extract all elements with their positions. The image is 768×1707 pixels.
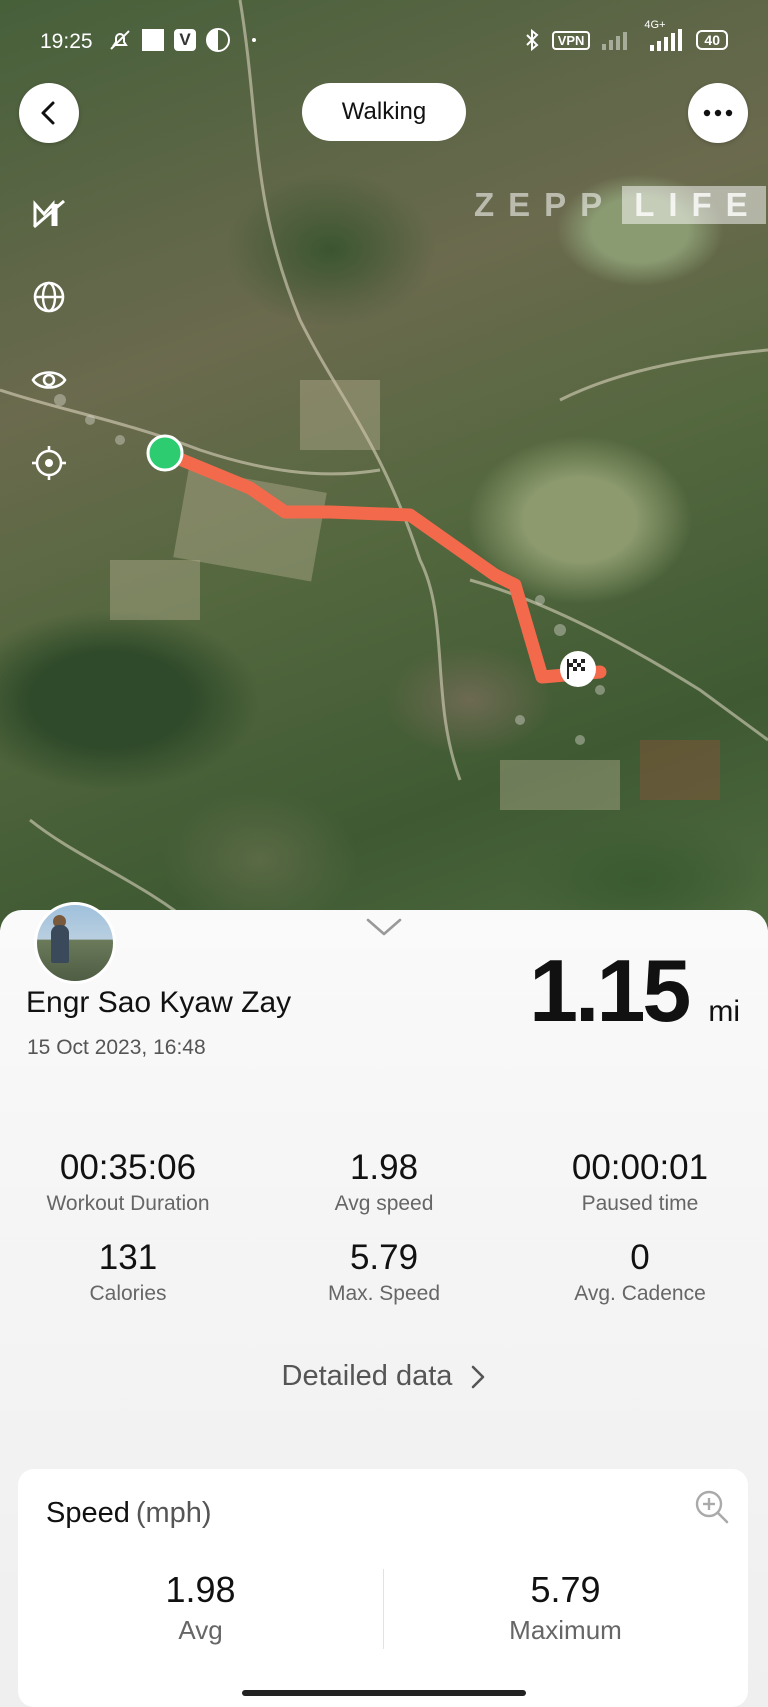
detailed-data-link[interactable]: Detailed data (0, 1360, 768, 1393)
dot-icon (252, 38, 256, 42)
stat-paused-time: 00:00:01 Paused time (512, 1148, 768, 1216)
stat-max-speed: 5.79 Max. Speed (256, 1238, 512, 1306)
signal-weak-icon (602, 32, 628, 50)
stat-label: Avg speed (334, 1192, 434, 1215)
stats-grid: 00:35:06 Workout Duration 1.98 Avg speed… (0, 1148, 768, 1306)
speed-max-label: Maximum (509, 1615, 622, 1645)
speed-avg-label: Avg (178, 1615, 223, 1645)
route-map[interactable]: 19:25 V VPN 4G+ 40 Walking ZEPP LIFE (0, 0, 768, 930)
distance-value: 1.15 (529, 941, 691, 1040)
map-layer-icon (33, 199, 65, 229)
v-app-icon: V (174, 29, 196, 51)
stat-avg-speed: 1.98 Avg speed (256, 1148, 512, 1216)
app-square-icon (142, 29, 164, 51)
battery-indicator: 40 (696, 30, 728, 50)
stat-label: Workout Duration (46, 1192, 210, 1215)
speed-avg-value: 1.98 (165, 1569, 236, 1610)
map-style-button[interactable] (28, 196, 70, 232)
locate-button[interactable] (28, 445, 70, 481)
stat-value: 0 (630, 1238, 650, 1277)
stat-value: 00:35:06 (59, 1148, 197, 1187)
stat-avg-cadence: 0 Avg. Cadence (512, 1238, 768, 1306)
half-circle-icon (206, 28, 230, 52)
chevron-right-icon (472, 1366, 485, 1389)
start-marker (146, 434, 184, 472)
activity-type-pill[interactable]: Walking (302, 83, 466, 141)
speed-card-title: Speed (mph) (46, 1497, 212, 1529)
more-button[interactable] (688, 83, 748, 143)
more-dots-icon (703, 109, 733, 117)
crosshair-icon (32, 446, 66, 480)
signal-strong-icon (650, 29, 683, 51)
bluetooth-icon (525, 28, 539, 52)
stat-calories: 131 Calories (0, 1238, 256, 1306)
satellite-toggle-button[interactable] (28, 279, 70, 315)
map-tools (28, 196, 70, 481)
zoom-in-icon (695, 1490, 729, 1524)
collapse-sheet-button[interactable] (366, 916, 402, 943)
speed-card: Speed (mph) 1.98 Avg 5.79 Maximum (18, 1469, 748, 1707)
speed-avg: 1.98 Avg (18, 1569, 383, 1646)
stat-value: 1.98 (349, 1148, 419, 1187)
finish-flag-icon (560, 651, 596, 687)
stat-label: Max. Speed (327, 1282, 441, 1305)
home-indicator[interactable] (242, 1690, 526, 1696)
avatar[interactable] (34, 902, 116, 984)
workout-summary-sheet: Engr Sao Kyaw Zay 15 Oct 2023, 16:48 1.1… (0, 902, 768, 1707)
stat-value: 5.79 (349, 1238, 419, 1277)
speed-max: 5.79 Maximum (383, 1569, 748, 1646)
status-bar: 19:25 V VPN 4G+ 40 (0, 0, 768, 86)
distance-unit: mi (708, 995, 740, 1028)
stat-label: Avg. Cadence (574, 1282, 706, 1305)
zepp-life-watermark: ZEPP LIFE (474, 186, 766, 224)
total-distance: 1.15 mi (529, 940, 740, 1042)
eye-icon (31, 371, 67, 389)
bell-off-icon (110, 30, 130, 50)
detailed-data-label: Detailed data (281, 1360, 453, 1392)
stat-label: Paused time (581, 1192, 699, 1215)
stat-workout-duration: 00:35:06 Workout Duration (0, 1148, 256, 1216)
speed-unit: (mph) (135, 1497, 212, 1529)
speed-max-value: 5.79 (530, 1569, 601, 1610)
back-button[interactable] (19, 83, 79, 143)
zoom-in-button[interactable] (694, 1489, 730, 1530)
workout-datetime: 15 Oct 2023, 16:48 (27, 1036, 206, 1059)
globe-icon (33, 281, 65, 313)
stat-value: 00:00:01 (571, 1148, 709, 1187)
user-name: Engr Sao Kyaw Zay (26, 986, 292, 1019)
chevron-down-icon (366, 918, 402, 936)
chevron-left-icon (41, 101, 55, 125)
stat-value: 131 (98, 1238, 158, 1277)
stat-label: Calories (89, 1282, 167, 1305)
network-type: 4G+ (644, 19, 684, 51)
status-time: 19:25 (40, 30, 93, 53)
visibility-button[interactable] (28, 362, 70, 398)
vpn-badge: VPN (551, 30, 591, 50)
